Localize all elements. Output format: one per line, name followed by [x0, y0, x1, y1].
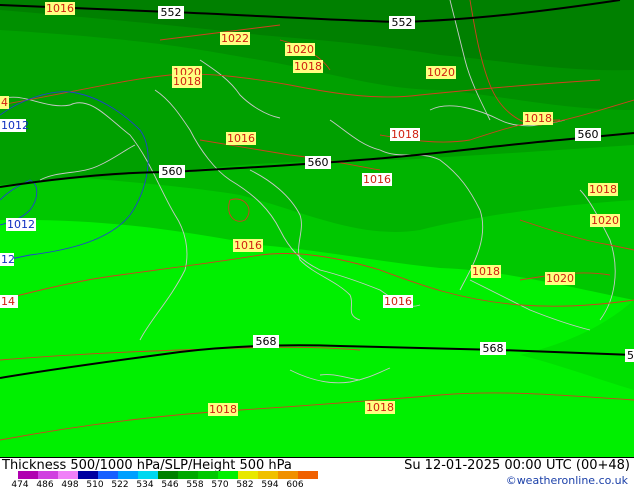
scale-tick-label: 570	[211, 480, 229, 490]
scale-swatch	[118, 471, 138, 479]
height-label: 560	[305, 156, 331, 169]
scale-tick-label: 582	[236, 480, 254, 490]
scale-swatch	[98, 471, 118, 479]
scale-tick-label: 510	[86, 480, 104, 490]
scale-swatch	[198, 471, 218, 479]
scale-swatch	[278, 471, 298, 479]
scale-swatch	[58, 471, 78, 479]
pressure-label: 1018	[471, 265, 501, 278]
scale-tick-label: 474	[11, 480, 29, 490]
svg-text:560: 560	[162, 165, 183, 178]
pressure-label: 1018	[293, 60, 323, 73]
svg-text:1016: 1016	[227, 132, 255, 145]
pressure-label: 1016	[45, 2, 75, 15]
svg-text:1020: 1020	[286, 43, 314, 56]
svg-text:12: 12	[1, 253, 15, 266]
svg-text:1018: 1018	[209, 403, 237, 416]
pressure-label: 1016	[383, 295, 413, 308]
pressure-label: 1020	[590, 214, 620, 227]
scale-tick-label: 558	[186, 480, 204, 490]
scale-swatch	[178, 471, 198, 479]
svg-text:5: 5	[627, 349, 634, 362]
valid-time: Su 12-01-2025 00:00 UTC (00+48)	[404, 458, 630, 473]
svg-text:1018: 1018	[472, 265, 500, 278]
height-label: 568	[480, 342, 506, 355]
scale-tick-label: 534	[136, 480, 154, 490]
svg-text:1020: 1020	[591, 214, 619, 227]
svg-text:1020: 1020	[427, 66, 455, 79]
svg-text:1012: 1012	[1, 119, 29, 132]
svg-text:1018: 1018	[173, 75, 201, 88]
footer: Thickness 500/1000 hPa/SLP/Height 500 hP…	[0, 458, 634, 490]
scale-tick-label: 522	[111, 480, 129, 490]
pressure-label: 1020	[285, 43, 315, 56]
svg-text:1018: 1018	[391, 128, 419, 141]
scale-tick-label: 594	[261, 480, 279, 490]
svg-text:1016: 1016	[384, 295, 412, 308]
svg-text:568: 568	[256, 335, 277, 348]
forecast-map: 552 552 560 560 560 568 568 5 1016 1022 …	[0, 0, 634, 458]
pressure-label: 1012	[0, 119, 29, 132]
scale-tick-label: 498	[61, 480, 79, 490]
scale-swatch	[38, 471, 58, 479]
pressure-label: 1016	[233, 239, 263, 252]
pressure-label: 1012	[6, 218, 36, 231]
svg-text:560: 560	[578, 128, 599, 141]
credit-link[interactable]: ©weatheronline.co.uk	[506, 474, 628, 487]
svg-text:560: 560	[308, 156, 329, 169]
scale-swatch	[138, 471, 158, 479]
pressure-label: 1018	[365, 401, 395, 414]
scale-swatch	[78, 471, 98, 479]
pressure-label: 1018	[390, 128, 420, 141]
svg-text:1016: 1016	[363, 173, 391, 186]
svg-text:14: 14	[1, 295, 15, 308]
pressure-label: 1016	[362, 173, 392, 186]
pressure-label: 4	[0, 96, 9, 109]
svg-text:1016: 1016	[234, 239, 262, 252]
svg-text:1016: 1016	[46, 2, 74, 15]
scale-swatch	[238, 471, 258, 479]
svg-text:552: 552	[161, 6, 182, 19]
pressure-label: 1020	[426, 66, 456, 79]
svg-text:1022: 1022	[221, 32, 249, 45]
svg-text:1018: 1018	[524, 112, 552, 125]
pressure-label: 1018	[588, 183, 618, 196]
svg-text:4: 4	[1, 96, 8, 109]
scale-swatch	[298, 471, 318, 479]
svg-text:1012: 1012	[7, 218, 35, 231]
svg-text:552: 552	[392, 16, 413, 29]
color-scale-ticks: 474 486 498 510 522 534 546 558 570 582 594 606	[0, 480, 330, 490]
svg-text:568: 568	[483, 342, 504, 355]
pressure-label: 1020	[545, 272, 575, 285]
height-label: 560	[159, 165, 185, 178]
pressure-label: 1018	[172, 75, 202, 88]
pressure-label: 1018	[523, 112, 553, 125]
scale-swatch	[18, 471, 38, 479]
pressure-label: 1018	[208, 403, 238, 416]
pressure-label: 1016	[226, 132, 256, 145]
svg-text:1018: 1018	[294, 60, 322, 73]
height-label: 560	[575, 128, 601, 141]
height-label: 552	[389, 16, 415, 29]
scale-tick-label: 546	[161, 480, 179, 490]
scale-swatch	[258, 471, 278, 479]
scale-swatch	[158, 471, 178, 479]
pressure-label: 12	[0, 253, 15, 266]
svg-text:1018: 1018	[589, 183, 617, 196]
pressure-label: 14	[0, 295, 18, 308]
height-label: 552	[158, 6, 184, 19]
scale-tick-label: 606	[286, 480, 304, 490]
svg-text:1020: 1020	[546, 272, 574, 285]
height-label: 568	[253, 335, 279, 348]
pressure-label: 1022	[220, 32, 250, 45]
scale-tick-label: 486	[36, 480, 54, 490]
scale-swatch	[218, 471, 238, 479]
svg-text:1018: 1018	[366, 401, 394, 414]
height-label: 5	[625, 349, 634, 362]
